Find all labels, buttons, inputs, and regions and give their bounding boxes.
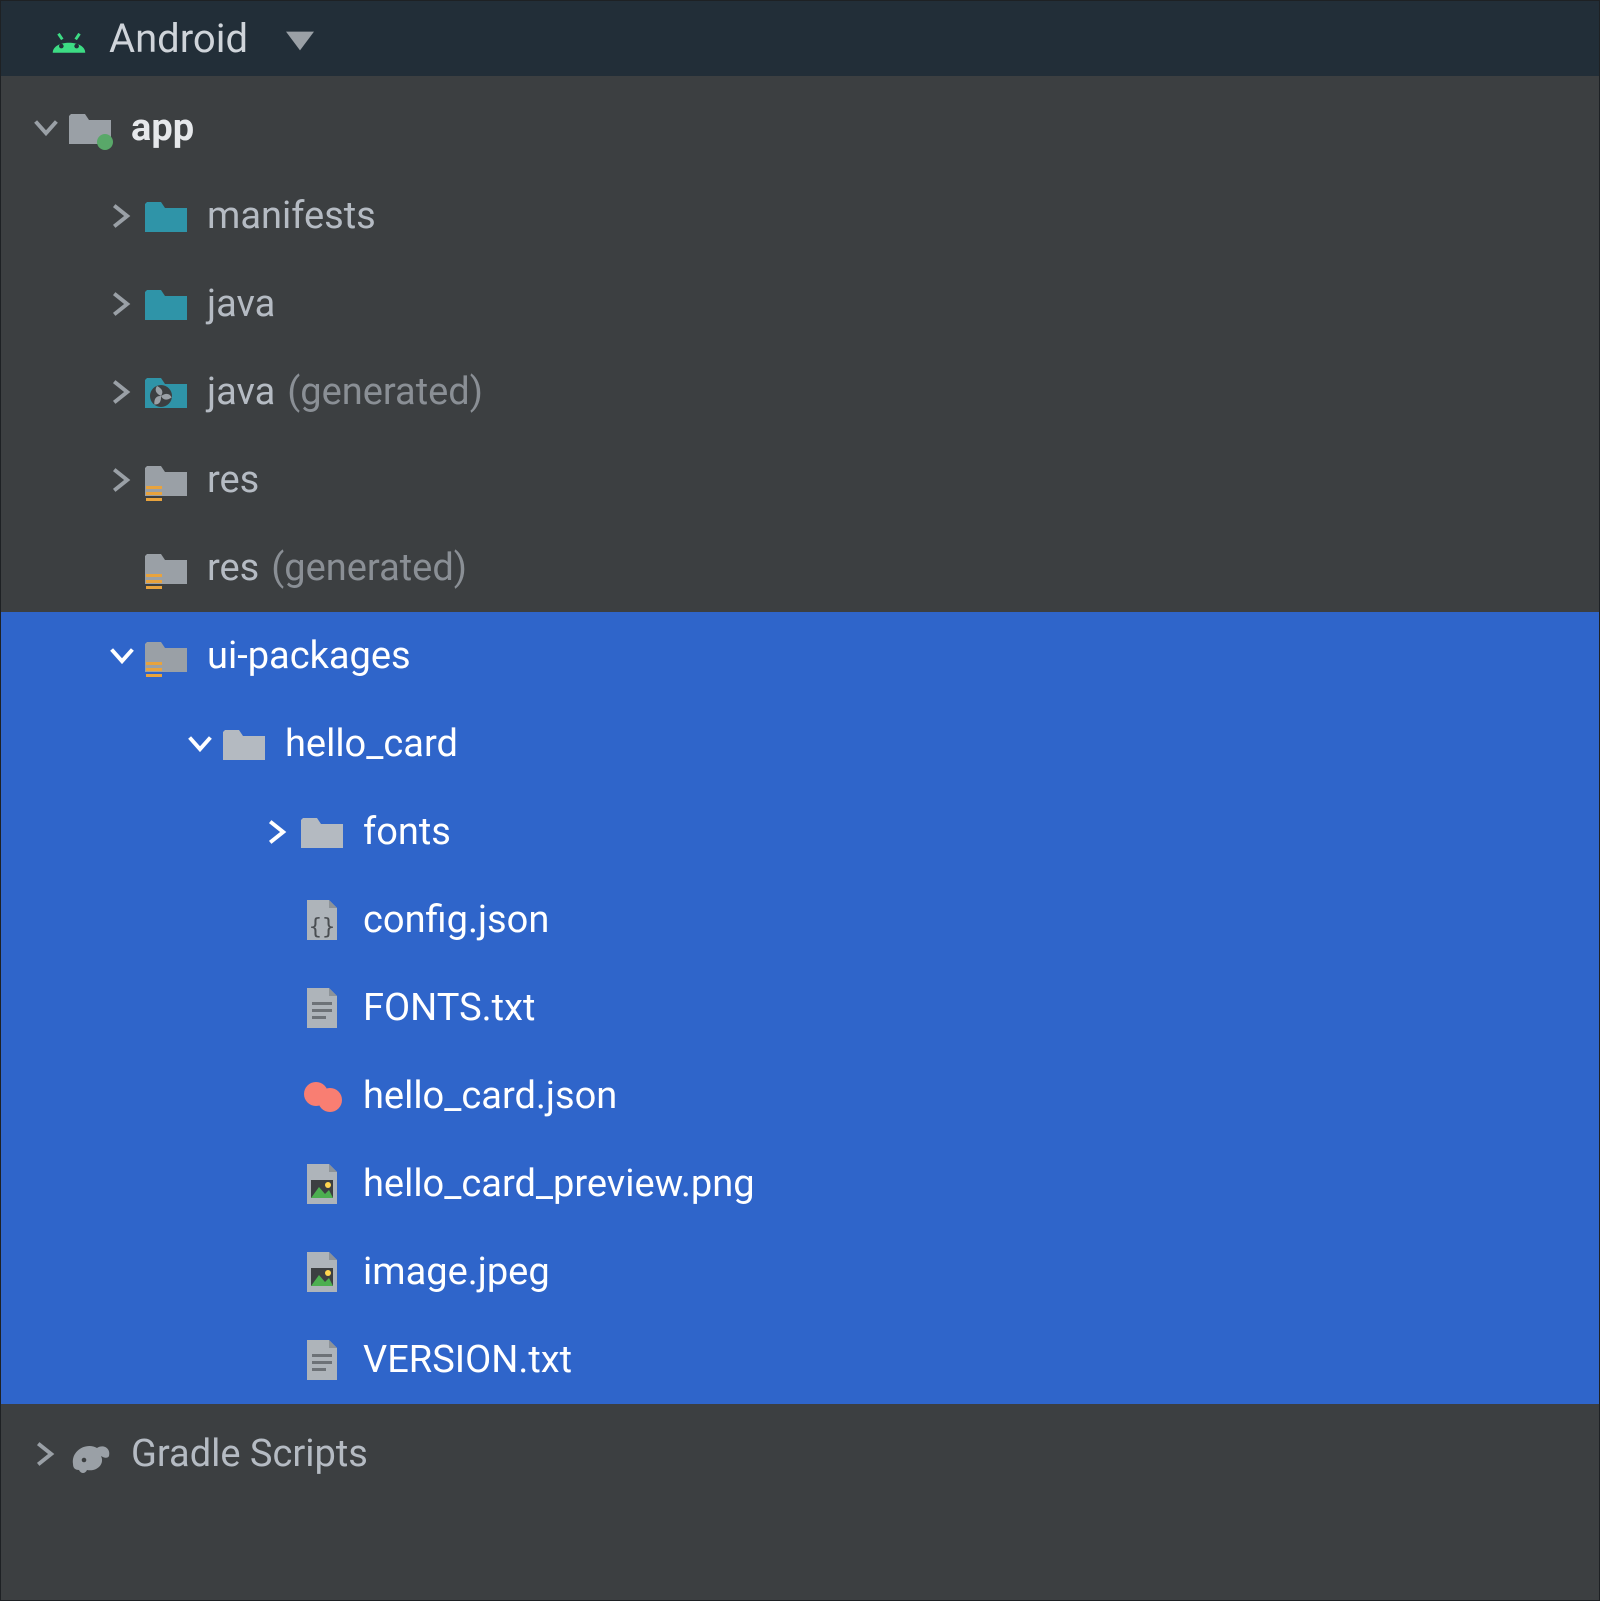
chevron-right-icon[interactable] — [257, 819, 299, 845]
module-folder-icon — [67, 104, 115, 152]
tree-label: java — [207, 282, 275, 326]
package-folder-icon — [143, 280, 191, 328]
chevron-right-icon[interactable] — [25, 1441, 67, 1467]
tree-label: VERSION.txt — [363, 1338, 572, 1382]
json-file-icon — [299, 896, 347, 944]
tree-label: hello_card.json — [363, 1074, 617, 1118]
image-file-icon — [299, 1248, 347, 1296]
tree-node-java-generated[interactable]: java (generated) — [1, 348, 1599, 436]
resource-folder-icon — [143, 456, 191, 504]
tree-node-fonts[interactable]: fonts — [1, 788, 1599, 876]
tree-node-java[interactable]: java — [1, 260, 1599, 348]
view-mode-label: Android — [109, 15, 248, 62]
tree-label: fonts — [363, 810, 451, 854]
tree-node-gradle-scripts[interactable]: Gradle Scripts — [1, 1410, 1599, 1498]
image-file-icon — [299, 1160, 347, 1208]
tree-label: app — [131, 106, 194, 150]
tree-label: manifests — [207, 194, 376, 238]
tree-label: res — [207, 458, 259, 502]
tree-label: res — [207, 546, 259, 590]
tree-node-app[interactable]: app — [1, 84, 1599, 172]
tree-node-version-txt[interactable]: VERSION.txt — [1, 1316, 1599, 1404]
resource-folder-icon — [143, 632, 191, 680]
chevron-right-icon[interactable] — [101, 379, 143, 405]
chevron-down-icon[interactable] — [179, 731, 221, 757]
tree-node-preview-png[interactable]: hello_card_preview.png — [1, 1140, 1599, 1228]
tree-label: java — [207, 370, 275, 414]
tree-suffix: (generated) — [271, 546, 467, 590]
dropdown-icon[interactable] — [286, 17, 314, 61]
tree-node-manifests[interactable]: manifests — [1, 172, 1599, 260]
package-folder-icon — [143, 192, 191, 240]
tree-label: config.json — [363, 898, 549, 942]
resource-folder-icon — [143, 544, 191, 592]
chevron-right-icon[interactable] — [101, 467, 143, 493]
tree-node-res[interactable]: res — [1, 436, 1599, 524]
tree-node-res-generated[interactable]: res (generated) — [1, 524, 1599, 612]
tree-label: hello_card_preview.png — [363, 1162, 755, 1206]
project-view-header[interactable]: Android — [1, 1, 1599, 76]
folder-icon — [221, 720, 269, 768]
text-file-icon — [299, 984, 347, 1032]
tree-label: hello_card — [285, 722, 458, 766]
tree-node-hello-card-json[interactable]: hello_card.json — [1, 1052, 1599, 1140]
gradle-icon — [67, 1430, 115, 1478]
tree-node-ui-packages[interactable]: ui-packages — [1, 612, 1599, 700]
relay-file-icon — [299, 1072, 347, 1120]
tree-node-hello-card[interactable]: hello_card — [1, 700, 1599, 788]
chevron-down-icon[interactable] — [25, 115, 67, 141]
tree-node-fonts-txt[interactable]: FONTS.txt — [1, 964, 1599, 1052]
tree-suffix: (generated) — [287, 370, 483, 414]
folder-icon — [299, 808, 347, 856]
tree-label: Gradle Scripts — [131, 1432, 368, 1476]
tree-label: FONTS.txt — [363, 986, 535, 1030]
project-tree: app manifests java java (generated) res … — [1, 76, 1599, 1498]
chevron-right-icon[interactable] — [101, 203, 143, 229]
text-file-icon — [299, 1336, 347, 1384]
chevron-down-icon[interactable] — [101, 643, 143, 669]
chevron-right-icon[interactable] — [101, 291, 143, 317]
tree-label: ui-packages — [207, 634, 411, 678]
generated-folder-icon — [143, 368, 191, 416]
android-icon — [47, 23, 91, 55]
tree-node-image-jpeg[interactable]: image.jpeg — [1, 1228, 1599, 1316]
tree-label: image.jpeg — [363, 1250, 550, 1294]
tree-node-config-json[interactable]: config.json — [1, 876, 1599, 964]
